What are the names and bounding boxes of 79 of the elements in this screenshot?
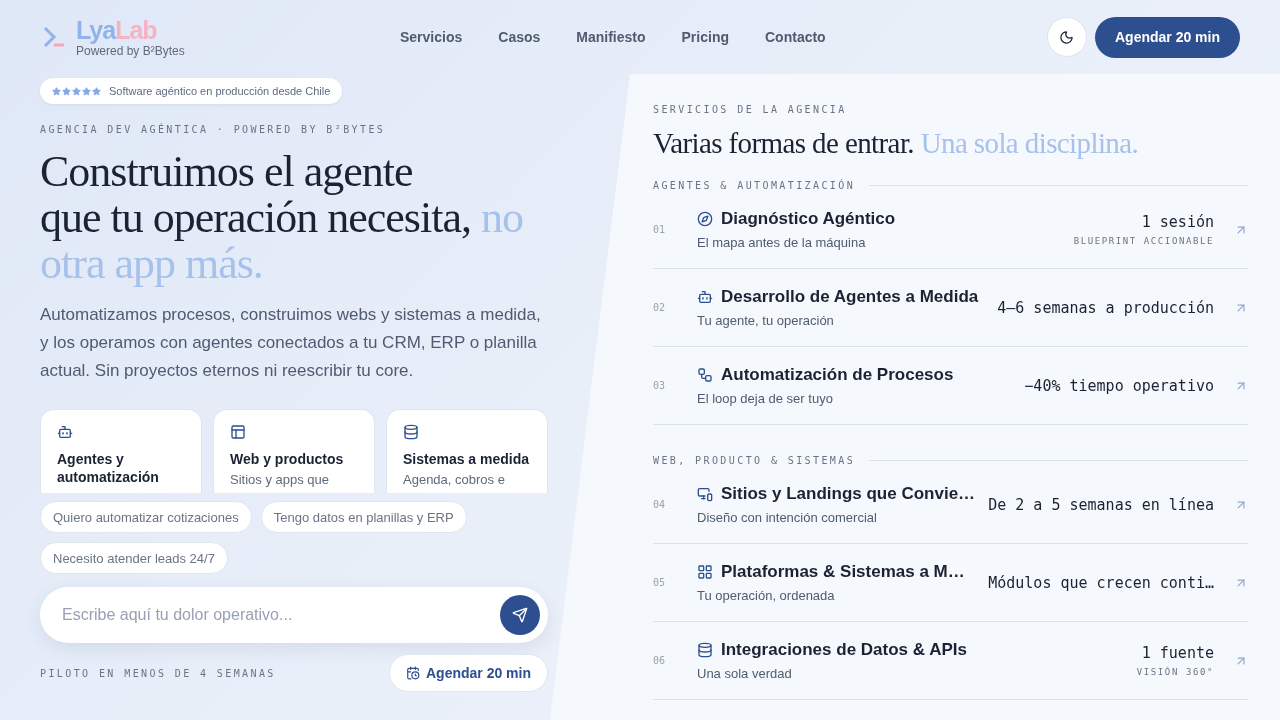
workflow-icon	[697, 367, 713, 383]
service-title: Automatización de Procesos	[721, 365, 954, 385]
service-subtitle: El loop deja de ser tuyo	[697, 391, 834, 406]
metric-note: VISIÓN 360°	[1136, 667, 1214, 677]
category-card[interactable]: Web y productos Sitios y apps que	[213, 409, 375, 493]
service-metric: 1 sesión	[1141, 213, 1214, 231]
robot-icon	[57, 424, 73, 440]
database-icon	[697, 642, 713, 658]
service-metric: −40% tiempo operativo	[1024, 376, 1214, 395]
brand-tagline: Powered by B²Bytes	[76, 44, 185, 58]
row-number: 01	[653, 224, 667, 235]
calendar-icon	[405, 666, 420, 680]
star-icon	[52, 86, 61, 96]
service-row[interactable]: 02 Desarrollo de Agentes a Medida Tu agente, tu operación 4–6 semanas a producción	[653, 269, 1248, 347]
grid-icon	[697, 564, 713, 580]
service-metric: Módulos que crecen conti…	[988, 573, 1214, 592]
badge-text: Software agéntico en producción desde Chile	[109, 85, 331, 97]
hero-eyebrow: AGENCIA DEV AGÉNTICA · POWERED BY B²BYTES	[40, 124, 387, 135]
nav-link[interactable]: Casos	[498, 29, 541, 45]
card-title: Sistemas a medida	[403, 450, 531, 468]
service-row[interactable]: 06 Integraciones de Datos & APIs Una sola verdad 1 fuente VISIÓN 360°	[653, 622, 1248, 700]
hero-lead: Automatizamos procesos, construimos webs y sistemas a medida, y los operamos con agentes conectados a tu CRM, ERP o planilla actual. Sin proyectos eternos ni reescribir tu core.	[40, 304, 542, 382]
service-row[interactable]: 01 Diagnóstico Agéntico El mapa antes de la máquina 1 sesión BLUEPRINT ACCIONABLE	[653, 191, 1248, 269]
database-icon	[403, 424, 419, 440]
send-button[interactable]	[500, 595, 540, 635]
service-title: Sitios y Landings que Convie…	[721, 484, 976, 504]
category-card[interactable]: Agentes y automatización	[40, 409, 202, 493]
layout-icon	[230, 424, 246, 440]
star-icon	[72, 86, 81, 96]
schedule-button[interactable]: Agendar 20 min	[1094, 16, 1240, 58]
card-description: Sitios y apps que	[230, 472, 330, 487]
row-number: 02	[653, 302, 667, 313]
service-row[interactable]: 03 Automatización de Procesos El loop deja de ser tuyo −40% tiempo operativo	[653, 347, 1248, 425]
group-label: AGENTES & AUTOMATIZACIÓN	[653, 180, 856, 191]
compass-icon	[697, 211, 713, 227]
hero-headline: Construimos el agente que tu operación necesita, no otra app más.	[40, 149, 524, 287]
card-description: Agenda, cobros e	[403, 472, 506, 487]
robot-icon	[697, 289, 713, 305]
row-number: 04	[653, 499, 667, 510]
category-card[interactable]: Sistemas a medida Agenda, cobros e	[386, 409, 548, 493]
moon-icon	[1059, 29, 1075, 45]
star-icon	[92, 86, 101, 96]
services-title: Varias formas de entrar. Una sola disciplina.	[653, 127, 1140, 160]
nav-link[interactable]: Contacto	[765, 29, 826, 45]
suggestion-chip[interactable]: Necesito atender leads 24/7	[40, 542, 228, 574]
send-icon	[512, 607, 528, 623]
service-subtitle: Tu operación, ordenada	[697, 588, 836, 603]
metric-note: BLUEPRINT ACCIONABLE	[1073, 236, 1214, 246]
service-title: Plataformas & Sistemas a M…	[721, 562, 965, 582]
service-metric: 4–6 semanas a producción	[997, 298, 1214, 317]
row-number: 06	[653, 655, 667, 666]
theme-toggle-button[interactable]	[1046, 17, 1087, 57]
star-icon	[62, 86, 71, 96]
card-title: Agentes y automatización	[57, 450, 160, 486]
service-subtitle: Tu agente, tu operación	[697, 313, 835, 328]
pilot-note: PILOTO EN MENOS DE 4 SEMANAS	[40, 667, 276, 679]
services-eyebrow: SERVICIOS DE LA AGENCIA	[653, 104, 848, 115]
devices-icon	[697, 486, 713, 502]
group-label: WEB, PRODUCTO & SISTEMAS	[653, 455, 856, 466]
suggestion-chip[interactable]: Tengo datos en planillas y ERP	[260, 501, 467, 533]
row-number: 03	[653, 380, 667, 391]
service-title: Desarrollo de Agentes a Medida	[721, 287, 979, 307]
schedule-button[interactable]: Agendar 20 min	[388, 654, 548, 692]
service-row[interactable]: 04 Sitios y Landings que Convie… Diseño con intención comercial De 2 a 5 semanas en línea	[653, 466, 1248, 544]
nav-link[interactable]: Manifiesto	[576, 29, 646, 45]
nav-link[interactable]: Servicios	[400, 29, 463, 45]
service-row[interactable]: 05 Plataformas & Sistemas a M… Tu operación, ordenada Módulos que crecen conti…	[653, 544, 1248, 622]
star-icon	[82, 86, 91, 96]
service-metric: 1 fuente	[1141, 644, 1214, 662]
card-title: Web y productos	[230, 450, 345, 468]
service-title: Diagnóstico Agéntico	[721, 209, 896, 229]
row-number: 05	[653, 577, 667, 588]
suggestion-chip[interactable]: Quiero automatizar cotizaciones	[40, 501, 252, 533]
service-subtitle: El mapa antes de la máquina	[697, 235, 867, 250]
service-title: Integraciones de Datos & APIs	[721, 640, 967, 660]
service-subtitle: Una sola verdad	[697, 666, 793, 681]
service-subtitle: Diseño con intención comercial	[697, 510, 878, 525]
nav-link[interactable]: Pricing	[681, 29, 729, 45]
service-metric: De 2 a 5 semanas en línea	[988, 495, 1214, 514]
